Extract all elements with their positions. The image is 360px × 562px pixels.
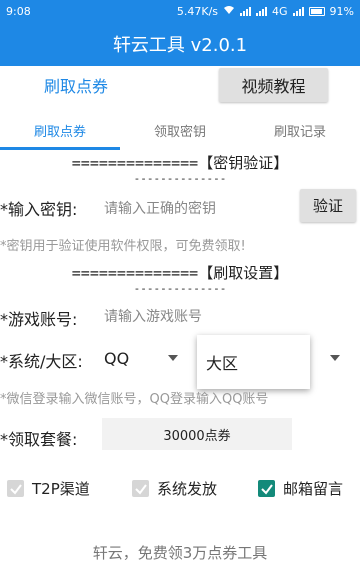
- checkbox-label: 邮箱留言: [283, 480, 344, 498]
- tab-bar: 刷取点券 领取密钥 刷取记录: [0, 110, 360, 150]
- status-time: 9:08: [6, 4, 31, 18]
- signal-icon-3: [292, 6, 304, 16]
- account-input[interactable]: 请输入游戏账号: [104, 306, 202, 326]
- key-input[interactable]: 请输入正确的密钥: [104, 198, 216, 218]
- settings-section-title: ==============【刷取设置】: [71, 264, 289, 282]
- chevron-down-icon[interactable]: [168, 355, 178, 361]
- region-chevron-down-icon[interactable]: [330, 355, 340, 361]
- key-label: *输入密钥:: [0, 200, 78, 219]
- signal-icon-2: [256, 6, 268, 16]
- video-tutorial-button[interactable]: 视频教程: [219, 68, 328, 102]
- package-select[interactable]: 30000点券: [102, 418, 292, 450]
- checkbox-t2p[interactable]: T2P渠道: [7, 478, 90, 499]
- account-hint: *微信登录输入微信账号，QQ登录输入QQ账号: [0, 392, 269, 407]
- account-label: *游戏账号:: [0, 310, 78, 329]
- checkbox-unchecked-icon[interactable]: [132, 480, 149, 497]
- tab-indicator: [0, 147, 120, 150]
- region-option-label: 大区: [206, 354, 239, 373]
- signal-icon: [240, 6, 252, 16]
- footer-text: 轩云，免费领3万点券工具: [92, 544, 268, 562]
- key-section-title: ==============【密钥验证】: [71, 154, 289, 172]
- verify-button[interactable]: 验证: [300, 189, 356, 222]
- refresh-points-button[interactable]: 刷取点券: [44, 74, 108, 100]
- checkbox-mail-message[interactable]: 邮箱留言: [258, 478, 343, 499]
- wifi-icon: [223, 5, 235, 18]
- system-label: *系统/大区:: [0, 352, 83, 371]
- checkbox-label: T2P渠道: [32, 480, 90, 498]
- system-select-value: QQ: [104, 348, 130, 368]
- region-dropdown-item[interactable]: 大区: [197, 335, 310, 389]
- tab-get-key[interactable]: 领取密钥: [120, 110, 240, 150]
- status-bar: 9:08 5.47K/s 4G 91%: [0, 0, 360, 22]
- app-bar: 轩云工具 v2.0.1: [0, 22, 360, 66]
- network-speed: 5.47K/s: [176, 4, 219, 18]
- checkbox-system-issue[interactable]: 系统发放: [132, 478, 217, 499]
- battery-icon: [308, 6, 325, 16]
- status-right: 5.47K/s 4G 91%: [177, 5, 354, 18]
- checkbox-label: 系统发放: [157, 480, 218, 498]
- key-section-divider: --------------: [133, 172, 227, 185]
- checkbox-unchecked-icon[interactable]: [7, 480, 24, 497]
- package-label: *领取套餐:: [0, 430, 78, 449]
- key-hint: *密钥用于验证使用软件权限，可免费领取!: [0, 239, 246, 254]
- app-title: 轩云工具 v2.0.1: [112, 35, 248, 56]
- network-type: 4G: [272, 4, 288, 18]
- checkbox-checked-icon[interactable]: [258, 480, 275, 497]
- package-value: 30000点券: [163, 428, 231, 444]
- battery-level: 91%: [329, 4, 354, 18]
- tab-refresh-points[interactable]: 刷取点券: [0, 110, 120, 150]
- tab-refresh-history[interactable]: 刷取记录: [240, 110, 360, 150]
- settings-section-divider: --------------: [133, 282, 227, 295]
